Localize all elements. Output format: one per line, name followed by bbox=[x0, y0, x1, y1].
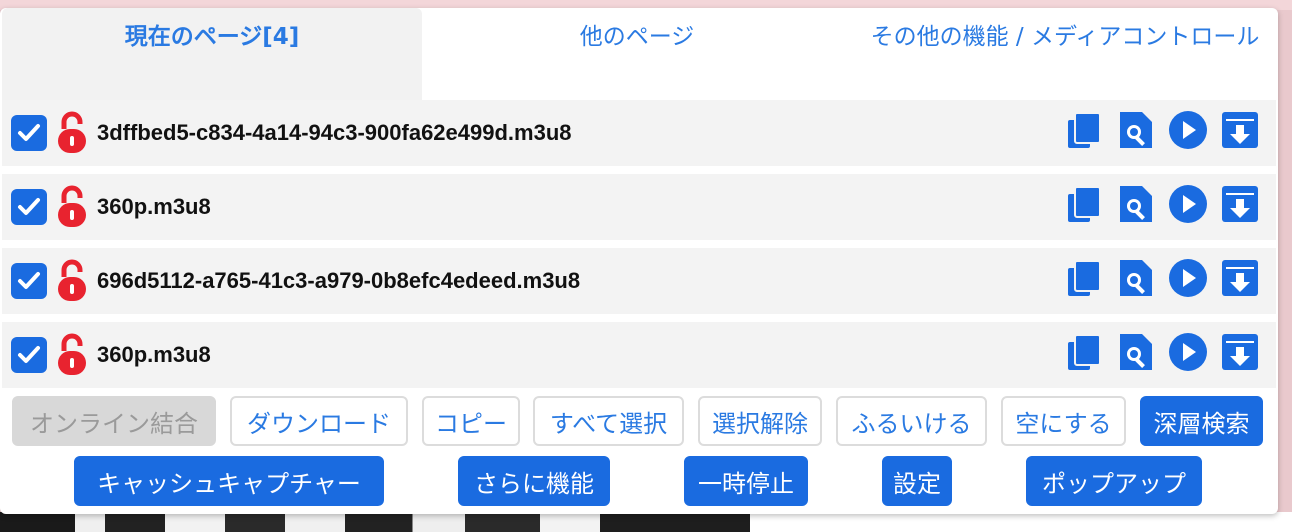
inspect-file-button[interactable] bbox=[1116, 186, 1156, 226]
list-item: 360p.m3u8 bbox=[2, 322, 1276, 388]
file-list: 3dffbed5-c834-4a14-94c3-900fa62e499d.m3u… bbox=[0, 100, 1278, 388]
extension-popup: 現在のページ[4] 他のページ その他の機能 / メディアコントロール 3dff… bbox=[0, 8, 1278, 514]
file-name: 696d5112-a765-41c3-a979-0b8efc4edeed.m3u… bbox=[97, 268, 581, 293]
copy-url-button[interactable] bbox=[1064, 260, 1104, 300]
download-file-button[interactable] bbox=[1220, 112, 1260, 152]
copy-url-button[interactable] bbox=[1064, 186, 1104, 226]
unlock-icon bbox=[55, 333, 89, 377]
search-file-icon bbox=[1116, 258, 1156, 302]
play-icon bbox=[1168, 332, 1208, 376]
unlock-icon bbox=[55, 111, 89, 155]
more-features-button[interactable]: さらに機能 bbox=[458, 456, 610, 506]
row-actions bbox=[1064, 184, 1260, 228]
tab-current-page[interactable]: 現在のページ[4] bbox=[2, 8, 422, 100]
file-name: 3dffbed5-c834-4a14-94c3-900fa62e499d.m3u… bbox=[97, 120, 572, 145]
list-item: 3dffbed5-c834-4a14-94c3-900fa62e499d.m3u… bbox=[2, 100, 1276, 166]
download-file-button[interactable] bbox=[1220, 186, 1260, 226]
row-actions bbox=[1064, 258, 1260, 302]
file-checkbox[interactable] bbox=[11, 115, 47, 151]
inspect-file-button[interactable] bbox=[1116, 334, 1156, 374]
cache-capture-button[interactable]: キャッシュキャプチャー bbox=[74, 456, 384, 506]
popup-button[interactable]: ポップアップ bbox=[1026, 456, 1202, 506]
search-file-icon bbox=[1116, 332, 1156, 376]
file-checkbox[interactable] bbox=[11, 263, 47, 299]
file-name: 360p.m3u8 bbox=[97, 342, 211, 367]
copy-icon bbox=[1064, 184, 1104, 228]
play-button[interactable] bbox=[1168, 184, 1208, 228]
action-buttons-row-1: オンライン結合 ダウンロード コピー すべて選択 選択解除 ふるいける 空にする… bbox=[0, 396, 1278, 450]
background-image bbox=[0, 512, 750, 532]
play-icon bbox=[1168, 258, 1208, 302]
deselect-button[interactable]: 選択解除 bbox=[698, 396, 822, 446]
row-actions bbox=[1064, 110, 1260, 154]
select-all-button[interactable]: すべて選択 bbox=[533, 396, 684, 446]
inspect-file-button[interactable] bbox=[1116, 260, 1156, 300]
unlock-icon bbox=[55, 259, 89, 303]
list-item: 696d5112-a765-41c3-a979-0b8efc4edeed.m3u… bbox=[2, 248, 1276, 314]
row-actions bbox=[1064, 332, 1260, 376]
copy-icon bbox=[1064, 110, 1104, 154]
copy-url-button[interactable] bbox=[1064, 334, 1104, 374]
play-icon bbox=[1168, 184, 1208, 228]
copy-icon bbox=[1064, 332, 1104, 376]
settings-button[interactable]: 設定 bbox=[882, 456, 952, 506]
inspect-file-button[interactable] bbox=[1116, 112, 1156, 152]
file-checkbox[interactable] bbox=[11, 337, 47, 373]
file-checkbox[interactable] bbox=[11, 189, 47, 225]
download-icon bbox=[1220, 110, 1260, 154]
tab-bar: 現在のページ[4] 他のページ その他の機能 / メディアコントロール bbox=[0, 8, 1278, 100]
download-file-button[interactable] bbox=[1220, 334, 1260, 374]
pause-button[interactable]: 一時停止 bbox=[684, 456, 808, 506]
unlock-icon bbox=[55, 185, 89, 229]
tab-other-pages[interactable]: 他のページ bbox=[422, 8, 852, 100]
copy-icon bbox=[1064, 258, 1104, 302]
clear-button[interactable]: 空にする bbox=[1001, 396, 1126, 446]
search-file-icon bbox=[1116, 184, 1156, 228]
copy-button[interactable]: コピー bbox=[422, 396, 520, 446]
download-icon bbox=[1220, 332, 1260, 376]
deep-search-button[interactable]: 深層検索 bbox=[1140, 396, 1263, 446]
play-button[interactable] bbox=[1168, 258, 1208, 302]
filter-button[interactable]: ふるいける bbox=[836, 396, 987, 446]
play-button[interactable] bbox=[1168, 332, 1208, 376]
online-merge-button[interactable]: オンライン結合 bbox=[12, 396, 216, 446]
download-icon bbox=[1220, 258, 1260, 302]
play-icon bbox=[1168, 110, 1208, 154]
list-item: 360p.m3u8 bbox=[2, 174, 1276, 240]
search-file-icon bbox=[1116, 110, 1156, 154]
download-icon bbox=[1220, 184, 1260, 228]
download-file-button[interactable] bbox=[1220, 260, 1260, 300]
action-buttons-row-2: キャッシュキャプチャー さらに機能 一時停止 設定 ポップアップ bbox=[0, 456, 1278, 510]
play-button[interactable] bbox=[1168, 110, 1208, 154]
tab-other-features[interactable]: その他の機能 / メディアコントロール bbox=[852, 8, 1278, 100]
copy-url-button[interactable] bbox=[1064, 112, 1104, 152]
download-button[interactable]: ダウンロード bbox=[230, 396, 408, 446]
file-name: 360p.m3u8 bbox=[97, 194, 211, 219]
